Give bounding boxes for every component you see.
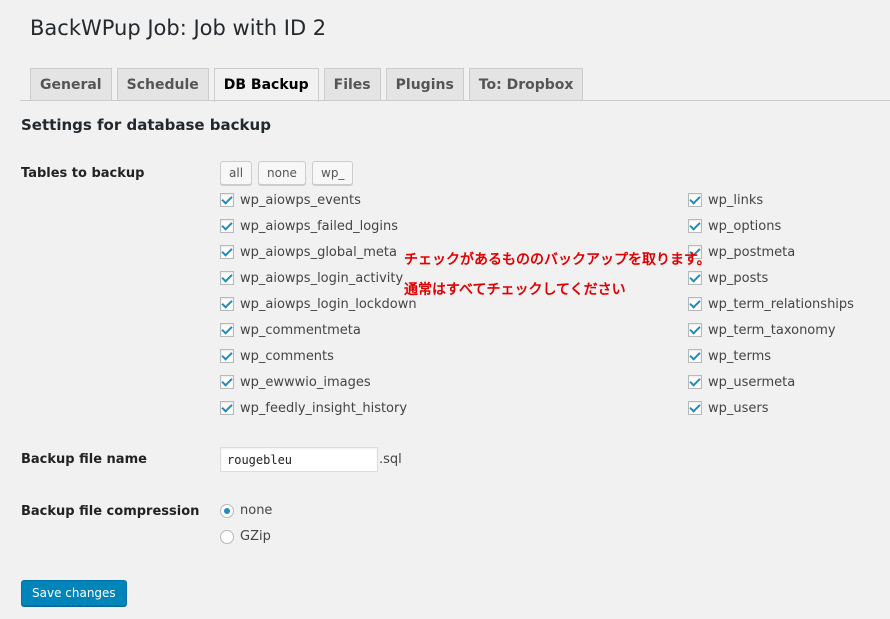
- table-row[interactable]: wp_aiowps_events: [220, 187, 417, 213]
- table-row[interactable]: wp_term_taxonomy: [688, 317, 854, 343]
- checkbox[interactable]: [688, 297, 702, 311]
- checkbox[interactable]: [220, 245, 234, 259]
- checkbox[interactable]: [688, 219, 702, 233]
- checkbox[interactable]: [688, 375, 702, 389]
- table-row[interactable]: wp_links: [688, 187, 854, 213]
- checkbox[interactable]: [220, 375, 234, 389]
- table-row[interactable]: wp_comments: [220, 343, 417, 369]
- table-row[interactable]: wp_usermeta: [688, 369, 854, 395]
- section-title: Settings for database backup: [21, 116, 271, 134]
- table-row[interactable]: wp_posts: [688, 265, 854, 291]
- tab-db-backup[interactable]: DB Backup: [213, 68, 319, 102]
- compression-option-none[interactable]: none: [220, 503, 272, 518]
- tables-right-column: wp_links wp_options wp_postmeta wp_posts…: [688, 187, 854, 421]
- tab-bar: General Schedule DB Backup Files Plugins…: [30, 68, 584, 102]
- table-row[interactable]: wp_ewwwio_images: [220, 369, 417, 395]
- checkbox[interactable]: [688, 271, 702, 285]
- annotation-line-2: 通常はすべてチェックしてください: [404, 282, 626, 298]
- page-title: BackWPup Job: Job with ID 2: [30, 16, 327, 40]
- tab-plugins[interactable]: Plugins: [385, 68, 464, 100]
- checkbox[interactable]: [220, 323, 234, 337]
- compression-label: Backup file compression: [21, 504, 200, 519]
- compression-option-gzip[interactable]: GZip: [220, 529, 271, 544]
- select-all-button[interactable]: all: [220, 161, 253, 185]
- checkbox[interactable]: [688, 323, 702, 337]
- radio-button[interactable]: [220, 503, 234, 518]
- select-none-button[interactable]: none: [258, 161, 306, 185]
- annotation-line-1: チェックがあるもののバックアップを取ります。: [404, 252, 711, 268]
- checkbox[interactable]: [220, 193, 234, 207]
- checkbox[interactable]: [220, 297, 234, 311]
- tab-general[interactable]: General: [30, 68, 112, 100]
- table-row[interactable]: wp_term_relationships: [688, 291, 854, 317]
- table-row[interactable]: wp_aiowps_login_activity: [220, 265, 417, 291]
- checkbox[interactable]: [220, 219, 234, 233]
- radio-button[interactable]: [220, 529, 234, 544]
- table-row[interactable]: wp_options: [688, 213, 854, 239]
- table-row[interactable]: wp_terms: [688, 343, 854, 369]
- checkbox[interactable]: [688, 193, 702, 207]
- filename-label: Backup file name: [21, 452, 147, 467]
- tab-files[interactable]: Files: [323, 68, 381, 100]
- tables-label: Tables to backup: [21, 166, 145, 181]
- save-changes-button[interactable]: Save changes: [21, 580, 127, 606]
- tab-to-dropbox[interactable]: To: Dropbox: [468, 68, 584, 100]
- checkbox[interactable]: [688, 349, 702, 363]
- table-row[interactable]: wp_aiowps_global_meta: [220, 239, 417, 265]
- table-row[interactable]: wp_aiowps_failed_logins: [220, 213, 417, 239]
- tab-schedule[interactable]: Schedule: [116, 68, 209, 100]
- table-row[interactable]: wp_users: [688, 395, 854, 421]
- tab-divider: [20, 100, 890, 101]
- table-row[interactable]: wp_feedly_insight_history: [220, 395, 417, 421]
- checkbox[interactable]: [688, 401, 702, 415]
- select-prefix-button[interactable]: wp_: [312, 161, 354, 185]
- checkbox[interactable]: [220, 271, 234, 285]
- table-row[interactable]: wp_commentmeta: [220, 317, 417, 343]
- table-row[interactable]: wp_aiowps_login_lockdown: [220, 291, 417, 317]
- tables-left-column: wp_aiowps_events wp_aiowps_failed_logins…: [220, 187, 417, 421]
- checkbox[interactable]: [220, 349, 234, 363]
- table-row[interactable]: wp_postmeta: [688, 239, 854, 265]
- checkbox[interactable]: [220, 401, 234, 415]
- filename-input[interactable]: [220, 447, 378, 472]
- filename-extension: .sql: [379, 452, 402, 467]
